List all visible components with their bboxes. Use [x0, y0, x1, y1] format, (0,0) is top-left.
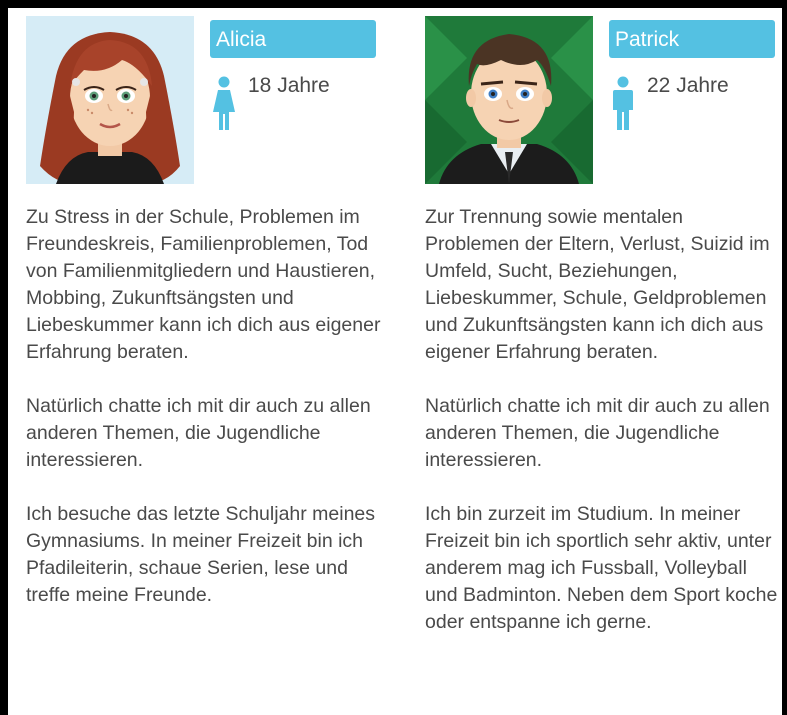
- bio-paragraph: Zur Trennung sowie mentalen Problemen de…: [425, 206, 770, 363]
- profile-bio: Zu Stress in der Schule, Problemen im Fr…: [26, 204, 381, 636]
- age-label: 18 Jahre: [248, 74, 330, 97]
- bio-paragraph: Natürlich chatte ich mit dir auch zu all…: [26, 395, 371, 471]
- profile-bio: Zur Trennung sowie mentalen Problemen de…: [425, 204, 780, 663]
- profile-name[interactable]: Patrick: [609, 20, 775, 58]
- bio-paragraph: Natürlich chatte ich mit dir auch zu all…: [425, 395, 770, 471]
- window-frame-left: [0, 0, 8, 715]
- female-icon: [212, 76, 236, 132]
- age-label: 22 Jahre: [647, 74, 729, 97]
- window-frame-top: [0, 0, 787, 8]
- avatar-alicia[interactable]: [26, 16, 194, 184]
- bio-paragraph: Ich bin zurzeit im Studium. In meiner Fr…: [425, 503, 778, 633]
- male-icon: [611, 76, 635, 132]
- avatar-patrick[interactable]: [425, 16, 593, 184]
- window-frame-right: [782, 0, 787, 715]
- bio-paragraph: Zu Stress in der Schule, Problemen im Fr…: [26, 206, 381, 363]
- profile-name[interactable]: Alicia: [210, 20, 376, 58]
- bio-paragraph: Ich besuche das letzte Schuljahr meines …: [26, 503, 376, 606]
